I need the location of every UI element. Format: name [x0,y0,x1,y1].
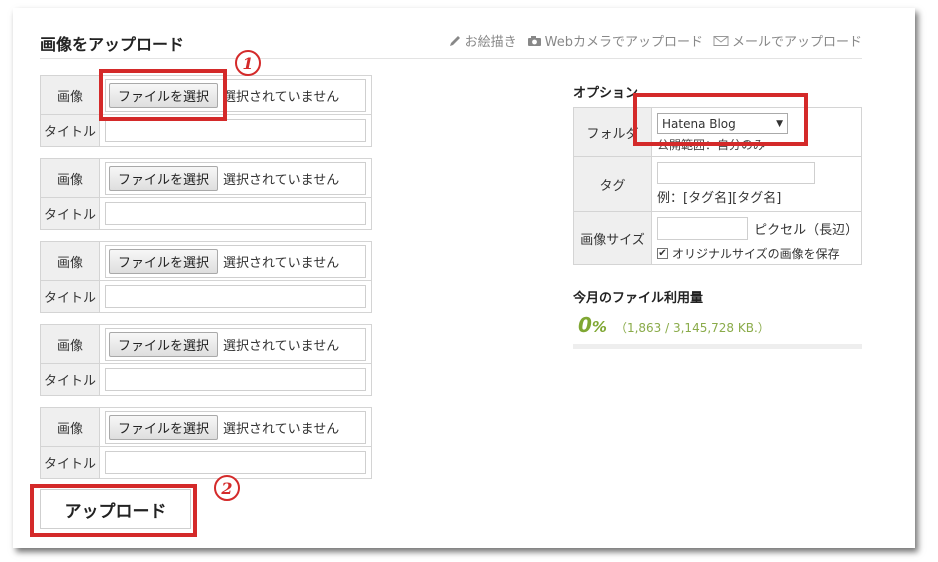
title-label: タイトル [41,198,100,229]
choose-file-button[interactable]: ファイルを選択 [109,165,219,191]
file-input[interactable]: ファイルを選択 選択されていません [105,244,366,278]
annotation-box-file [99,69,227,121]
annotation-box-folder [633,93,808,146]
choose-file-button[interactable]: ファイルを選択 [109,331,219,357]
upload-item: 画像 ファイルを選択 選択されていません タイトル [40,324,372,396]
title-input[interactable] [105,119,366,142]
annotation-box-upload [30,484,197,537]
title-input[interactable] [105,202,366,225]
title-label: タイトル [41,115,100,146]
title-label: タイトル [41,281,100,312]
file-input[interactable]: ファイルを選択 選択されていません [105,327,366,361]
draw-link-label: お絵描き [464,35,517,50]
usage-row: 0% （1,863 / 3,145,728 KB.） [578,313,770,337]
file-input[interactable]: ファイルを選択 選択されていません [105,161,366,195]
page-title: 画像をアップロード [40,35,185,54]
image-label: 画像 [41,159,100,197]
webcam-upload-link-label: Webカメラでアップロード [544,35,703,50]
choose-file-button[interactable]: ファイルを選択 [109,248,219,274]
keep-original-option[interactable]: ✔ オリジナルサイズの画像を保存 [657,245,856,262]
draw-link[interactable]: お絵描き [448,31,517,50]
pencil-icon [449,35,460,46]
header-divider [40,58,862,59]
title-input[interactable] [105,451,366,474]
title-input[interactable] [105,368,366,391]
camera-icon [527,35,541,46]
choose-file-button[interactable]: ファイルを選択 [109,414,219,440]
webcam-upload-link[interactable]: Webカメラでアップロード [527,31,703,50]
mail-upload-link[interactable]: メールでアップロード [713,31,862,50]
upload-item: 画像 ファイルを選択 選択されていません タイトル [40,158,372,230]
options-title: オプション [573,86,639,101]
mail-upload-link-label: メールでアップロード [731,35,862,50]
tag-input[interactable] [657,162,815,184]
image-size-input[interactable] [657,217,749,240]
file-input[interactable]: ファイルを選択 選択されていません [105,410,366,444]
usage-percent: 0% [578,313,607,337]
usage-detail: （1,863 / 3,145,728 KB.） [614,321,770,335]
title-label: タイトル [41,364,100,395]
annotation-marker-2: 2 [214,475,240,501]
tag-label: タグ [574,157,652,211]
image-label: 画像 [41,325,100,363]
header-links: お絵描き Webカメラでアップロード メールでアップロード [448,31,862,50]
mail-icon [713,35,729,46]
image-label: 画像 [41,408,100,446]
usage-bar [573,344,862,349]
image-label: 画像 [41,76,100,114]
file-status: 選択されていません [223,255,340,271]
upload-item: 画像 ファイルを選択 選択されていません タイトル [40,241,372,313]
upload-item: 画像 ファイルを選択 選択されていません タイトル [40,407,372,479]
tag-example: 例：[タグ名][タグ名] [657,191,782,206]
image-size-label: 画像サイズ [574,212,652,264]
file-status: 選択されていません [223,338,340,354]
file-status: 選択されていません [223,421,340,437]
title-input[interactable] [105,285,366,308]
title-label: タイトル [41,447,100,478]
usage-title: 今月のファイル利用量 [573,291,704,306]
annotation-marker-1: 1 [235,50,261,76]
file-status: 選択されていません [223,172,340,188]
keep-original-label: オリジナルサイズの画像を保存 [672,247,840,261]
image-label: 画像 [41,242,100,280]
keep-original-checkbox[interactable]: ✔ [657,248,668,259]
file-status: 選択されていません [223,89,340,105]
size-unit: ピクセル（長辺） [754,223,859,238]
